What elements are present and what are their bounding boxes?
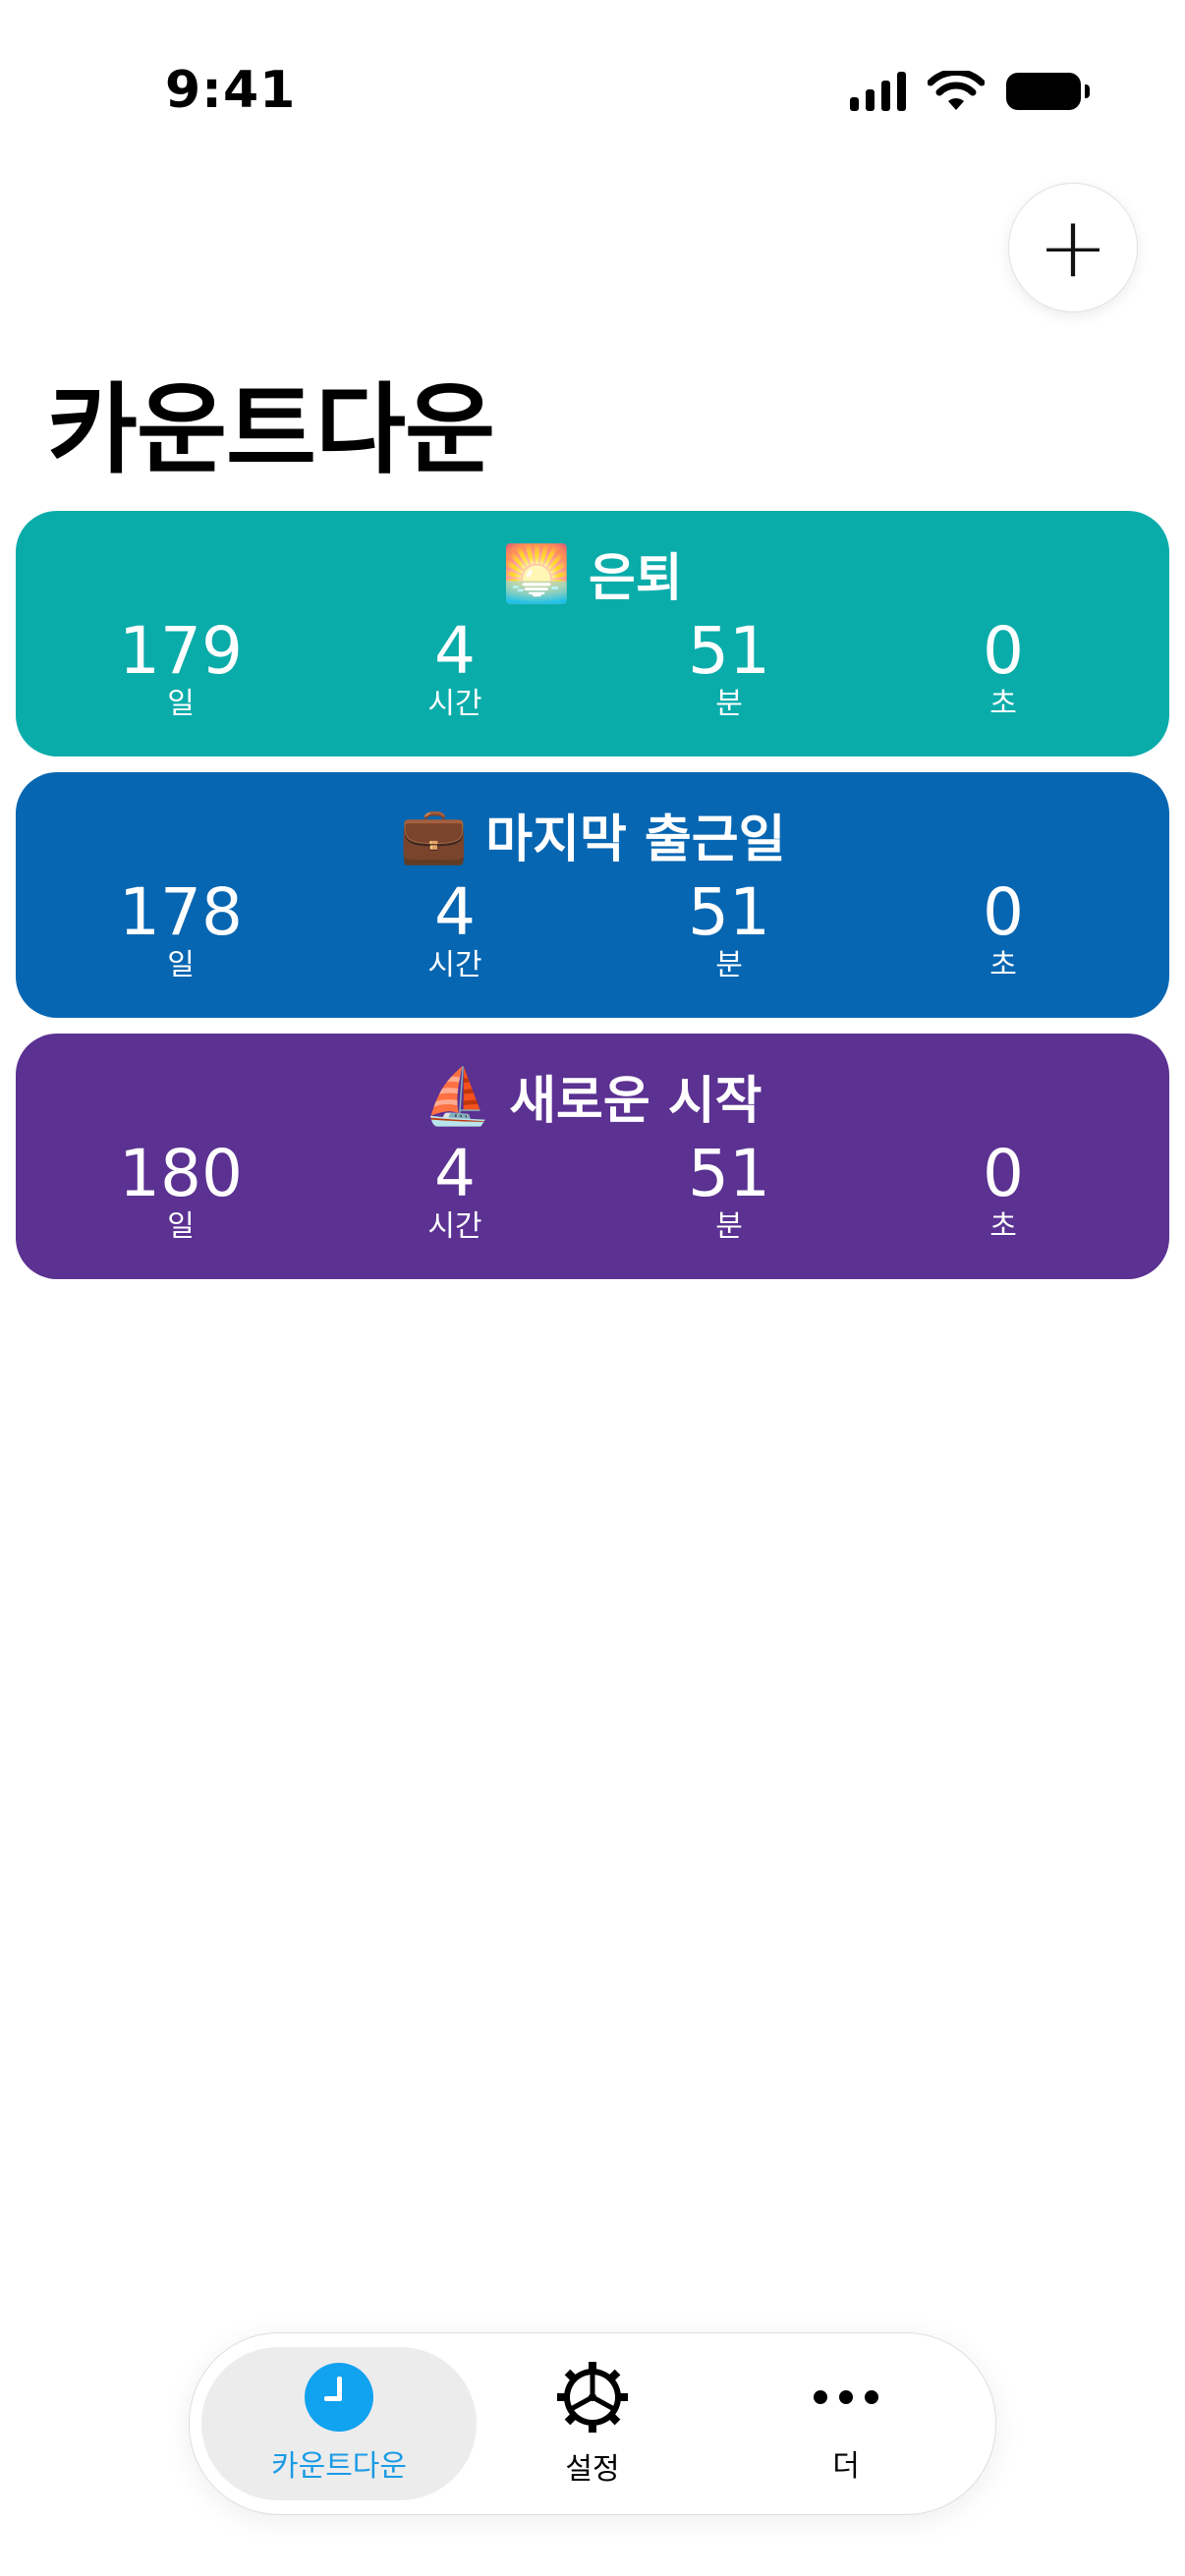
card-title-text: 새로운 시작 (509, 1072, 762, 1131)
minutes-value: 51 (688, 1136, 770, 1211)
sunrise-icon: 🌅 (502, 541, 572, 606)
gear-icon (557, 2362, 628, 2433)
days-label: 일 (167, 948, 195, 982)
minutes-value: 51 (688, 874, 770, 950)
status-icons (850, 71, 1090, 112)
unit-minutes: 51 분 (631, 619, 827, 719)
unit-hours: 4 시간 (357, 1142, 553, 1242)
tab-settings[interactable]: 설정 (455, 2347, 730, 2500)
sailboat-icon: ⛵ (423, 1064, 492, 1129)
card-title: 💼 마지막 출근일 (16, 798, 1169, 871)
unit-hours: 4 시간 (357, 619, 553, 719)
seconds-label: 초 (989, 1209, 1017, 1244)
minutes-label: 분 (715, 1209, 743, 1244)
days-value: 179 (119, 613, 243, 689)
tab-label: 카운트다운 (271, 2449, 407, 2484)
more-icon (814, 2363, 878, 2432)
unit-hours: 4 시간 (357, 880, 553, 980)
wifi-icon (928, 71, 985, 110)
seconds-label: 초 (989, 687, 1017, 721)
unit-seconds: 0 초 (905, 880, 1101, 980)
hours-value: 4 (434, 874, 476, 950)
tab-label: 더 (832, 2449, 860, 2484)
hours-value: 4 (434, 1136, 476, 1211)
hours-label: 시간 (427, 687, 482, 721)
unit-days: 179 일 (83, 619, 279, 719)
minutes-label: 분 (715, 948, 743, 982)
days-value: 178 (119, 874, 243, 950)
tab-countdown[interactable]: 카운트다운 (201, 2347, 477, 2500)
hours-label: 시간 (427, 948, 482, 982)
tab-bar: 카운트다운 설정 더 (189, 2332, 996, 2515)
battery-icon (1006, 73, 1090, 110)
tab-more[interactable]: 더 (708, 2347, 984, 2500)
tab-label: 설정 (565, 2452, 620, 2487)
status-time: 9:41 (165, 61, 297, 120)
briefcase-icon: 💼 (399, 803, 469, 868)
unit-days: 180 일 (83, 1142, 279, 1242)
add-countdown-button[interactable]: + (1008, 183, 1138, 312)
countdown-card-last-workday[interactable]: 💼 마지막 출근일 178 일 4 시간 51 분 0 초 (16, 772, 1169, 1018)
card-title-text: 은퇴 (589, 549, 683, 608)
card-title: 🌅 은퇴 (16, 536, 1169, 610)
hours-label: 시간 (427, 1209, 482, 1244)
countdown-card-retirement[interactable]: 🌅 은퇴 179 일 4 시간 51 분 0 초 (16, 511, 1169, 756)
seconds-label: 초 (989, 948, 1017, 982)
days-label: 일 (167, 687, 195, 721)
unit-seconds: 0 초 (905, 1142, 1101, 1242)
unit-seconds: 0 초 (905, 619, 1101, 719)
seconds-value: 0 (983, 1136, 1024, 1211)
screen: 9:41 + 카운트다운 🌅 은퇴 179 일 4 시간 51 분 0 초 💼 … (0, 0, 1185, 2576)
seconds-value: 0 (983, 874, 1024, 950)
seconds-value: 0 (983, 613, 1024, 689)
countdown-card-new-start[interactable]: ⛵ 새로운 시작 180 일 4 시간 51 분 0 초 (16, 1034, 1169, 1279)
countdown-units: 179 일 4 시간 51 분 0 초 (16, 619, 1169, 737)
minutes-label: 분 (715, 687, 743, 721)
card-title: ⛵ 새로운 시작 (16, 1059, 1169, 1133)
unit-minutes: 51 분 (631, 880, 827, 980)
card-title-text: 마지막 출근일 (485, 811, 786, 869)
days-value: 180 (119, 1136, 243, 1211)
page-title: 카운트다운 (47, 372, 495, 487)
days-label: 일 (167, 1209, 195, 1244)
unit-days: 178 일 (83, 880, 279, 980)
countdown-list: 🌅 은퇴 179 일 4 시간 51 분 0 초 💼 마지막 출근일 178 일… (16, 511, 1169, 1295)
countdown-units: 180 일 4 시간 51 분 0 초 (16, 1142, 1169, 1260)
hours-value: 4 (434, 613, 476, 689)
unit-minutes: 51 분 (631, 1142, 827, 1242)
cellular-signal-icon (850, 72, 906, 111)
minutes-value: 51 (688, 613, 770, 689)
clock-icon (305, 2363, 373, 2432)
countdown-units: 178 일 4 시간 51 분 0 초 (16, 880, 1169, 998)
